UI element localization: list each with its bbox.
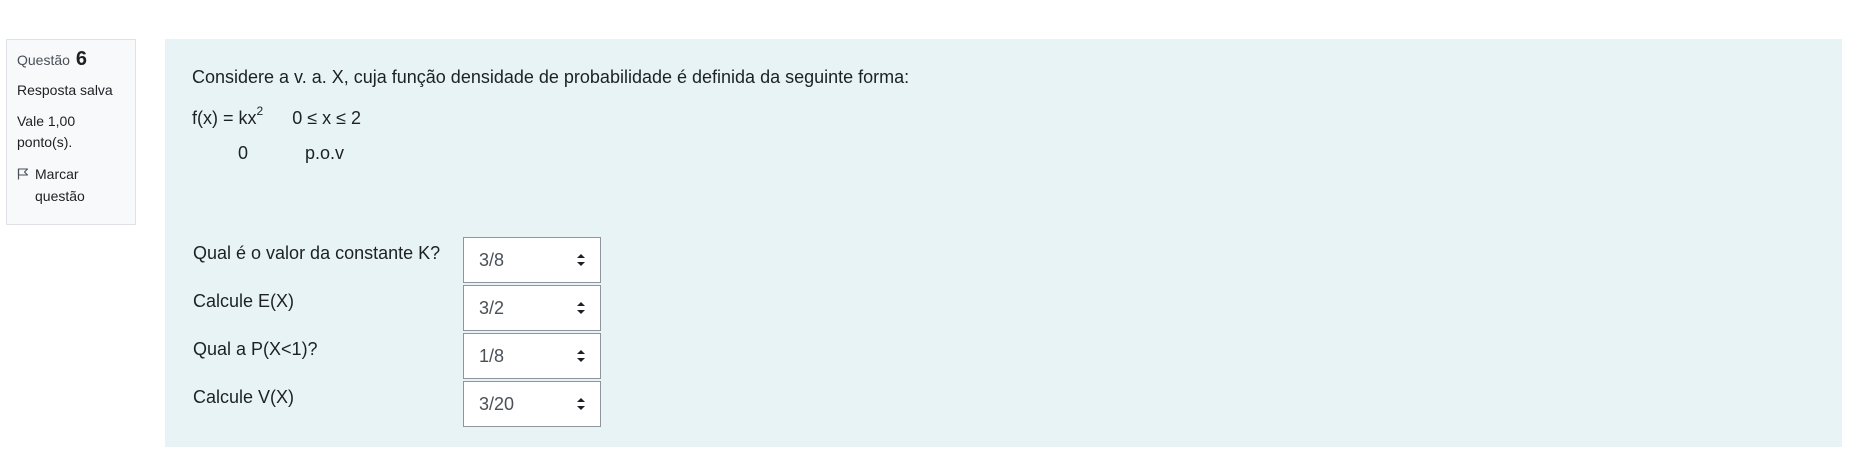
subquestion-prompt: Qual é o valor da constante K? — [193, 243, 441, 263]
density-function-exponent: 2 — [256, 104, 264, 118]
answer-select-value: 1/8 — [479, 345, 505, 366]
subquestion-prompt: Calcule E(X) — [193, 291, 295, 311]
answer-select[interactable]: 1/8 — [463, 333, 601, 379]
question-number-line: Questão 6 — [17, 48, 127, 71]
answer-select-value: 3/8 — [479, 249, 505, 270]
answer-select-value: 3/2 — [479, 297, 505, 318]
flag-question-link[interactable]: Marcar questão — [17, 163, 127, 207]
answer-select[interactable]: 3/20 — [463, 381, 601, 427]
question-grade: Vale 1,00 ponto(s). — [17, 113, 76, 150]
answer-select[interactable]: 3/2 — [463, 285, 601, 331]
select-caret-icon — [577, 302, 585, 314]
subquestion-row: Qual é o valor da constante K? — [193, 237, 463, 264]
subquestion-row: Calcule V(X) — [193, 381, 463, 408]
select-caret-icon — [577, 350, 585, 362]
flag-question-label: Marcar questão — [35, 166, 85, 204]
subquestion-row: Qual a P(X<1)? — [193, 333, 463, 360]
otherwise-label: p.o.v — [305, 143, 345, 163]
answer-select-value: 3/20 — [479, 393, 515, 414]
question-text: Considere a v. a. X, cuja função densida… — [192, 67, 910, 87]
select-caret-icon — [577, 254, 585, 266]
subquestion-prompt: Calcule V(X) — [193, 387, 295, 407]
question-info-panel: Questão 6 Resposta salva Vale 1,00 ponto… — [6, 39, 136, 225]
density-function: f(x) = kx2 0 ≤ x ≤ 2 — [192, 104, 362, 129]
question-content: Considere a v. a. X, cuja função densida… — [165, 39, 1842, 447]
subquestion-prompt: Qual a P(X<1)? — [193, 339, 318, 359]
question-state: Resposta salva — [17, 82, 113, 98]
question-number: 6 — [75, 48, 87, 70]
density-function-otherwise: 0 p.o.v — [238, 143, 344, 164]
select-caret-icon — [577, 398, 585, 410]
subquestion-row: Calcule E(X) — [193, 285, 463, 312]
question-label: Questão — [17, 52, 70, 68]
density-function-range: 0 ≤ x ≤ 2 — [292, 108, 362, 128]
flag-icon — [17, 168, 29, 180]
density-function-lhs: f(x) = kx — [192, 108, 257, 128]
otherwise-value: 0 — [238, 143, 249, 163]
answer-select[interactable]: 3/8 — [463, 237, 601, 283]
